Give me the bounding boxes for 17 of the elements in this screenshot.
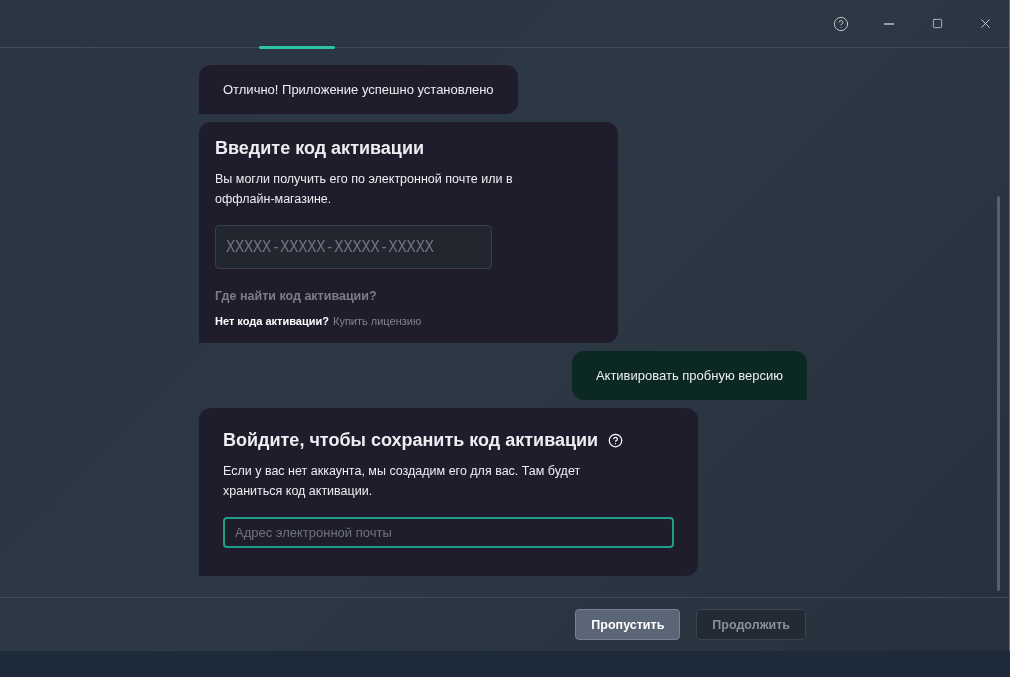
- reply-bubble: Активировать пробную версию: [571, 351, 807, 400]
- card-title: Введите код активации: [215, 138, 425, 159]
- minimize-icon: [884, 22, 894, 25]
- scrollbar-thumb[interactable]: [997, 196, 1000, 591]
- no-code-text: Нет кода активации?: [215, 315, 329, 327]
- help-icon: [833, 15, 849, 32]
- help-link[interactable]: Где найти код активации?: [215, 289, 377, 303]
- code-input-field[interactable]: XXXXX-XXXXX-XXXXX-XXXXX: [215, 225, 492, 269]
- buy-license-link[interactable]: Купить лицензию: [332, 315, 422, 327]
- help-icon[interactable]: [608, 433, 624, 448]
- card-description: Если у вас нет аккаунта, мы создадим его для вас. Там будет храниться код активации.: [223, 463, 582, 500]
- footer-button[interactable]: Пропустить: [575, 609, 681, 640]
- message-bubble: Отлично! Приложение успешно установлено: [199, 65, 518, 114]
- card-title: Войдите, чтобы сохранить код активации: [223, 430, 599, 451]
- card-description: Вы могли получить его по электронной почте или в оффлайн-магазине.: [215, 171, 514, 208]
- email-input-field[interactable]: Адрес электронной почты: [223, 517, 674, 548]
- maximize-icon: [931, 18, 943, 29]
